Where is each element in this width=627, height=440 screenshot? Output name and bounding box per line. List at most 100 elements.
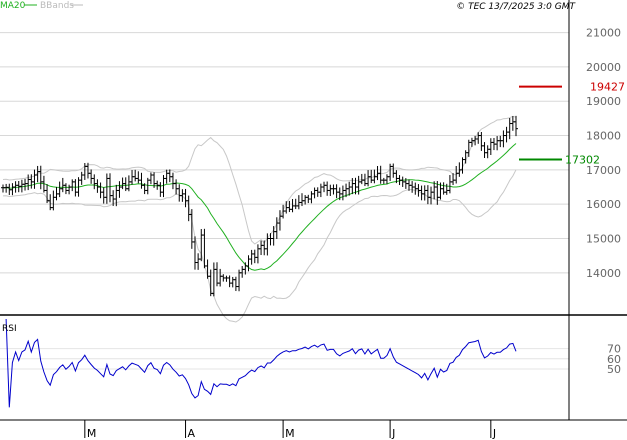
price-bar: [199, 229, 204, 262]
price-bar: [98, 182, 103, 199]
price-bar: [312, 187, 317, 199]
price-bar: [117, 181, 122, 198]
bollinger-bands: [2, 115, 517, 323]
grid: [0, 32, 569, 370]
price-bar: [369, 169, 374, 184]
price-bar: [271, 226, 276, 246]
price-bar: [130, 170, 135, 185]
price-bar: [476, 132, 481, 144]
price-bar: [218, 268, 223, 287]
ma20-line: [2, 143, 517, 271]
rsi-tick-label: 50: [607, 363, 621, 376]
price-bar: [139, 172, 144, 189]
price-bar: [488, 138, 493, 156]
price-bar: [19, 179, 24, 193]
rsi-title: RSI: [2, 324, 17, 334]
price-bar: [331, 184, 336, 195]
price-bar: [422, 185, 427, 201]
x-tick-label: A: [188, 427, 196, 440]
price-bar: [63, 183, 68, 195]
price-tick-label: 16000: [586, 198, 621, 211]
price-bar: [498, 135, 503, 148]
price-bar: [495, 136, 500, 151]
chart-stage: 19427 17302 21000 20000 19000 18000 17000 1600…: [0, 0, 627, 440]
price-tick-label: 14000: [586, 267, 621, 280]
price-bar: [164, 169, 169, 184]
price-bar: [57, 181, 62, 198]
rsi-line: [5, 318, 517, 408]
price-bar: [51, 190, 56, 211]
price-bar: [318, 183, 323, 198]
price-bar: [101, 187, 106, 204]
price-bar: [501, 130, 506, 148]
axis-labels: 21000 20000 19000 18000 17000 16000 15000 14000…: [87, 27, 621, 440]
price-bar: [384, 174, 389, 185]
annotations: 1942717302: [519, 81, 625, 166]
price-bar: [170, 172, 175, 190]
legend-ma20: MA20: [0, 1, 26, 11]
price-bar: [202, 228, 207, 269]
price-bar: [425, 185, 430, 205]
price-tick-label: 18000: [586, 130, 621, 143]
price-bar: [391, 163, 396, 178]
legend-bbands: BBands: [40, 1, 74, 11]
price-bar: [287, 200, 292, 213]
price-bar: [309, 191, 314, 204]
price-bar: [167, 169, 172, 183]
price-bar: [10, 183, 15, 196]
price-bar: [224, 275, 229, 282]
price-bar: [196, 253, 201, 270]
price-bar: [340, 185, 345, 201]
price-tick-label: 20000: [586, 61, 621, 74]
price-bar: [180, 189, 185, 202]
price-bar: [268, 233, 273, 246]
price-bar: [92, 174, 97, 190]
ma20-path: [2, 143, 517, 271]
price-bar: [136, 171, 141, 184]
price-bar: [504, 126, 509, 143]
price-tick-label: 15000: [586, 233, 621, 246]
price-tick-label: 17000: [586, 164, 621, 177]
price-bar: [429, 186, 434, 205]
price-bar: [1, 184, 5, 193]
price-bar: [510, 116, 515, 131]
price-bar: [148, 172, 153, 185]
price-bar: [485, 145, 490, 159]
price-bar: [514, 115, 518, 137]
x-tick-label: M: [285, 427, 295, 440]
price-bar: [177, 184, 182, 202]
price-bar: [325, 181, 330, 196]
price-bar: [362, 173, 367, 187]
header: MA20 BBands © TEC 13/7/2025 3:0 GMT: [0, 1, 577, 12]
x-tick-label: M: [87, 427, 97, 440]
price-bar: [479, 131, 484, 151]
price-bar: [32, 169, 37, 189]
x-tick-label: J: [492, 427, 496, 440]
price-tick-label: 21000: [586, 27, 621, 40]
price-bar: [133, 169, 138, 182]
price-bar: [378, 165, 383, 184]
price-bar: [174, 179, 179, 195]
price-bar: [23, 178, 28, 191]
price-bar: [447, 175, 452, 194]
price-bar: [38, 165, 43, 190]
price-bar: [262, 240, 267, 256]
price-bar: [255, 244, 260, 264]
price-bar: [230, 276, 235, 288]
price-bar: [259, 240, 264, 256]
price-bar: [249, 249, 254, 265]
price-bar: [322, 181, 327, 193]
price-bar: [73, 179, 78, 197]
price-bar: [240, 266, 245, 278]
price-bar: [252, 249, 257, 264]
price-bar: [441, 182, 446, 195]
price-bar: [473, 135, 478, 146]
price-bar: [233, 276, 238, 292]
price-bar: [70, 179, 75, 192]
copyright: © TEC 13/7/2025 3:0 GMT: [456, 2, 576, 12]
target-label: 19427: [590, 81, 625, 94]
bband-lower: [2, 169, 517, 323]
rsi-path: [5, 318, 517, 408]
price-bar: [126, 175, 131, 192]
price-bar: [303, 195, 308, 205]
